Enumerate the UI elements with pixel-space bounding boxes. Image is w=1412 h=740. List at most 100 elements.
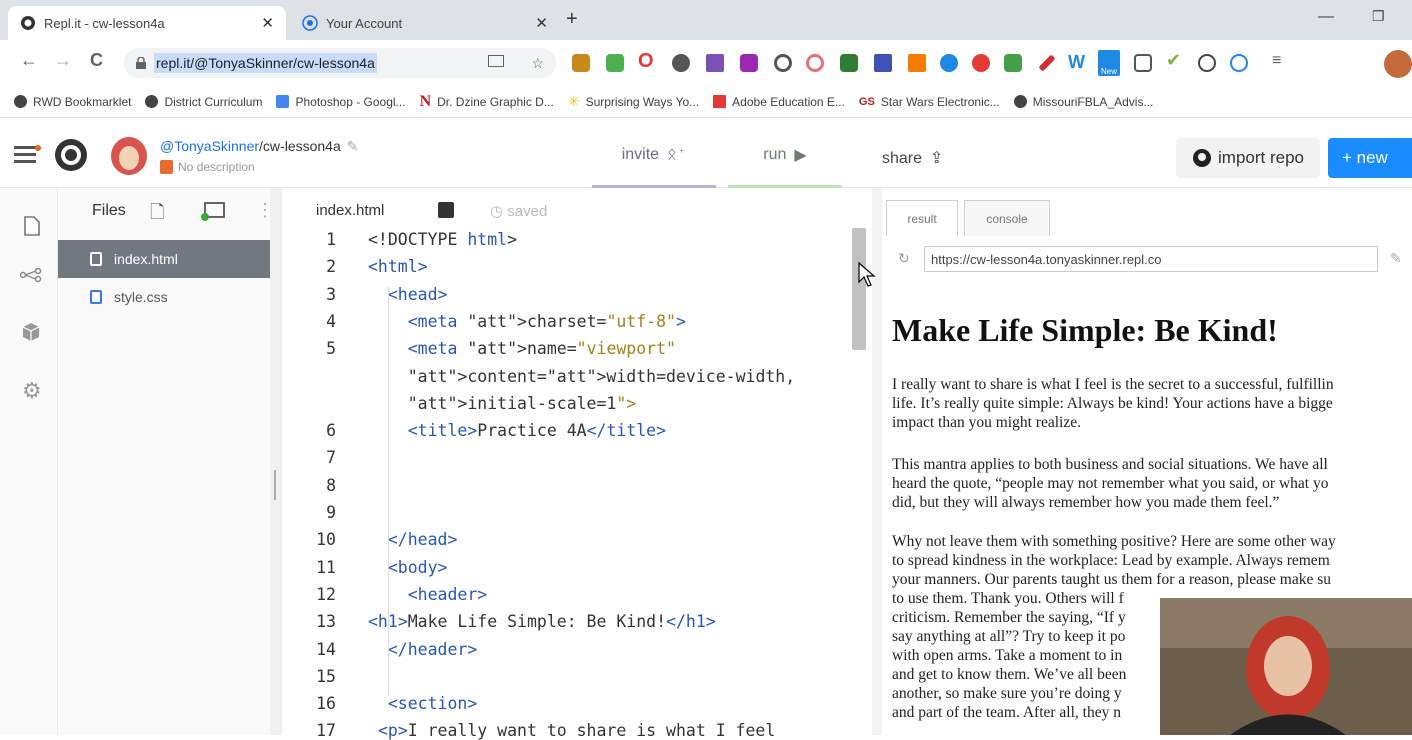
tab-console[interactable]: console	[964, 200, 1050, 236]
code-line[interactable]: <header>	[368, 585, 487, 604]
check-icon[interactable]: ✔	[1166, 50, 1181, 71]
share-button[interactable]: share ⇪	[882, 148, 943, 168]
extension-icon[interactable]	[606, 54, 624, 72]
bookmark-item[interactable]: Photoshop - Googl...	[276, 95, 406, 109]
extension-icon[interactable]	[672, 54, 690, 72]
record-icon[interactable]	[972, 54, 990, 72]
extension-icon[interactable]	[1004, 54, 1022, 72]
opera-icon[interactable]: O	[638, 50, 654, 73]
extension-icon[interactable]	[1230, 54, 1248, 72]
code-line[interactable]: </head>	[368, 530, 458, 549]
extension-icon[interactable]	[874, 54, 892, 72]
reader-mode-icon[interactable]	[488, 55, 504, 67]
extension-icon[interactable]	[1134, 54, 1152, 72]
code-line[interactable]: <head>	[368, 285, 448, 304]
code-line[interactable]: <meta "att">name="viewport"	[368, 339, 676, 358]
profile-avatar[interactable]	[1384, 50, 1412, 78]
puzzle-icon[interactable]	[740, 54, 758, 72]
bookmark-item[interactable]: District Curriculum	[145, 95, 262, 109]
code-line[interactable]: <h1>Make Life Simple: Be Kind!</h1>	[368, 612, 716, 631]
code-lines[interactable]: 1 <!DOCTYPE html> 2 <html> 3 <head> 4 <meta "…	[290, 230, 850, 740]
reload-button[interactable]: C	[90, 50, 103, 71]
n-logo-icon: N	[419, 92, 432, 110]
run-button[interactable]: run ▶	[728, 124, 842, 188]
line-number: 14	[316, 639, 336, 659]
repl-description[interactable]: No description	[178, 160, 255, 174]
tab-close-icon[interactable]: ✕	[535, 14, 548, 32]
new-repl-button[interactable]: + new	[1328, 138, 1412, 178]
bookmark-item[interactable]: RWD Bookmarklet	[14, 95, 131, 109]
extension-icon[interactable]	[774, 54, 792, 72]
tab-close-icon[interactable]: ✕	[261, 14, 274, 32]
extension-icon[interactable]	[840, 54, 858, 72]
github-icon	[1192, 148, 1212, 168]
new-tab-button[interactable]: +	[566, 8, 578, 31]
extension-icon[interactable]	[908, 54, 926, 72]
code-line[interactable]: "att">content="att">width=device-width,	[368, 367, 795, 386]
history-icon: ◷	[490, 203, 508, 220]
play-icon: ▶	[794, 146, 807, 164]
line-number: 11	[316, 557, 336, 577]
timer-icon[interactable]	[1198, 54, 1216, 72]
star-icon[interactable]: ☆	[531, 55, 544, 72]
line-number: 3	[326, 284, 336, 304]
version-control-icon[interactable]	[20, 268, 42, 282]
account-favicon-icon	[302, 15, 318, 31]
panel-resize-handle[interactable]	[270, 188, 282, 735]
extension-icon[interactable]	[806, 54, 824, 72]
bookmark-item[interactable]: Adobe Education E...	[713, 95, 845, 109]
code-line[interactable]: "att">initial-scale=1">	[368, 394, 637, 413]
add-file-icon[interactable]: 🗋	[150, 200, 164, 230]
code-line[interactable]: <html>	[368, 257, 428, 276]
bookmark-item[interactable]: N Dr. Dzine Graphic D...	[420, 93, 554, 111]
tab-result[interactable]: result	[886, 200, 958, 236]
code-line[interactable]: <p>I really want to share is what I feel	[368, 721, 775, 740]
menu-icon[interactable]	[14, 144, 42, 166]
gs-icon: GS	[858, 95, 875, 108]
minimize-button[interactable]: —	[1318, 8, 1334, 26]
code-line[interactable]: </header>	[368, 640, 477, 659]
extension-icon[interactable]	[706, 54, 724, 72]
extension-icon[interactable]	[572, 54, 590, 72]
packages-icon[interactable]	[22, 322, 40, 342]
extension-icon[interactable]	[940, 54, 958, 72]
editor-tab-index-html[interactable]: index.html	[316, 202, 384, 219]
back-button[interactable]: ←	[20, 50, 38, 71]
bookmark-item[interactable]: ✳ Surprising Ways Yo...	[568, 93, 699, 110]
code-line[interactable]: <section>	[368, 694, 477, 713]
add-folder-icon[interactable]	[200, 200, 226, 222]
user-avatar[interactable]	[110, 136, 148, 176]
files-icon[interactable]	[24, 216, 40, 236]
code-line[interactable]: <body>	[368, 558, 448, 577]
code-line[interactable]: <!DOCTYPE html>	[368, 230, 517, 249]
line-number: 7	[326, 448, 336, 468]
browser-tab-replit[interactable]: Repl.it - cw-lesson4a ✕	[8, 6, 286, 40]
refresh-icon[interactable]: ↻	[898, 250, 910, 267]
reading-list-icon[interactable]: ≡	[1272, 52, 1281, 70]
browser-tab-account[interactable]: Your Account ✕	[290, 6, 560, 40]
edit-pencil-icon[interactable]: ✎	[347, 138, 359, 154]
new-extension-icon[interactable]: New	[1098, 50, 1120, 76]
file-item-style-css[interactable]: style.css	[58, 278, 270, 316]
forward-button[interactable]: →	[54, 50, 72, 71]
import-repo-button[interactable]: import repo	[1176, 138, 1320, 178]
word-icon[interactable]: W	[1068, 52, 1085, 73]
file-item-index-html[interactable]: index.html	[58, 240, 270, 278]
repl-name: /cw-lesson4a	[259, 138, 341, 154]
line-number: 13	[316, 612, 336, 632]
invite-button[interactable]: invite ᛟ⁺	[592, 124, 716, 188]
edit-url-icon[interactable]: ✎	[1390, 250, 1402, 267]
bookmark-item[interactable]: MissouriFBLA_Advis...	[1013, 95, 1153, 109]
repl-title[interactable]: @TonyaSkinner/cw-lesson4a ✎	[160, 138, 358, 155]
result-url-field[interactable]: https://cw-lesson4a.tonyaskinner.repl.co	[924, 246, 1378, 272]
adobe-icon	[713, 95, 727, 108]
repl-owner[interactable]: @TonyaSkinner	[160, 138, 259, 154]
replit-logo-icon[interactable]	[54, 138, 88, 172]
bookmark-item[interactable]: GS Star Wars Electronic...	[859, 95, 1000, 109]
format-code-icon[interactable]	[438, 202, 454, 218]
code-line[interactable]: <title>Practice 4A</title>	[368, 421, 666, 440]
maximize-button[interactable]: ❐	[1372, 8, 1385, 25]
code-line[interactable]: <meta "att">charset="utf-8">	[368, 312, 686, 331]
settings-gear-icon[interactable]: ⚙	[22, 378, 42, 404]
editor-scrollbar[interactable]	[852, 228, 866, 350]
